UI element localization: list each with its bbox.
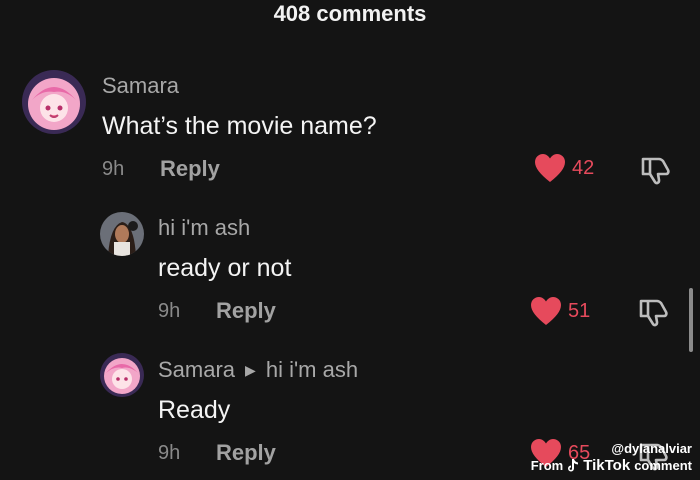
comment-text: Ready (158, 396, 231, 424)
reply-to-name: hi i'm ash (265, 357, 359, 382)
comments-count-title: 408 comments (273, 1, 427, 26)
avatar-image (100, 212, 144, 256)
avatar-image (22, 70, 86, 134)
reply-button[interactable]: Reply (160, 156, 220, 182)
thumbs-down-icon (639, 299, 668, 327)
comment-author[interactable]: Samara (102, 73, 179, 99)
comment-text: ready or not (158, 254, 292, 282)
like-count: 51 (568, 299, 591, 322)
like-button[interactable]: 42 (534, 153, 594, 183)
comment-text: What’s the movie name? (102, 112, 377, 140)
tiktok-note-icon (568, 459, 579, 472)
triangle-right-icon: ▶ (245, 361, 256, 378)
avatar[interactable] (22, 70, 86, 134)
comments-header: 408 comments (0, 0, 700, 32)
watermark-brand: TikTok (583, 457, 631, 474)
watermark-handle: @dylanalviar (611, 441, 692, 456)
watermark-line: From TikTok comment (531, 457, 692, 474)
reply-button[interactable]: Reply (216, 440, 276, 466)
comment-time: 9h (102, 157, 125, 180)
avatar[interactable] (100, 353, 144, 397)
comment-time: 9h (158, 299, 181, 322)
heart-icon (531, 297, 561, 325)
tiktok-watermark: @dylanalviar From TikTok comment (531, 441, 692, 474)
author-name: hi i'm ash (158, 215, 251, 240)
thumbs-down-icon (641, 157, 670, 185)
avatar-image (100, 353, 144, 397)
watermark-prefix: From (530, 458, 564, 473)
reply-button[interactable]: Reply (216, 298, 276, 324)
like-button[interactable]: 51 (530, 296, 590, 326)
author-name: Samara (158, 357, 236, 382)
comment-author[interactable]: hi i'm ash (158, 215, 250, 241)
heart-icon (535, 154, 565, 182)
comment-meta: 9h Reply (158, 298, 276, 324)
like-count: 42 (572, 156, 595, 179)
comment-meta: 9h Reply (102, 156, 220, 182)
comment-author[interactable]: Samara ▶ hi i'm ash (158, 357, 358, 383)
comment-time: 9h (158, 441, 181, 464)
author-name: Samara (102, 73, 180, 98)
watermark-suffix: comment (634, 458, 692, 473)
avatar[interactable] (100, 212, 144, 256)
comment-meta: 9h Reply (158, 440, 276, 466)
dislike-button[interactable] (637, 296, 669, 333)
scrollbar[interactable] (689, 288, 693, 352)
dislike-button[interactable] (639, 154, 671, 191)
